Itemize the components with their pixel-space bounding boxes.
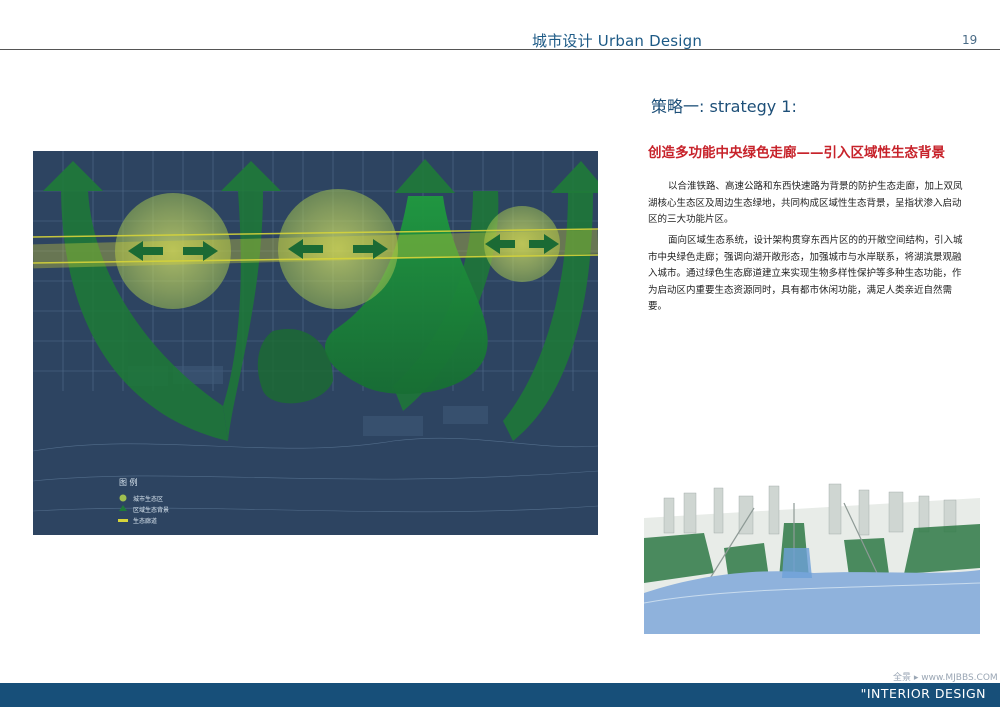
legend-label-regional-background: 区域生态背景	[133, 506, 169, 514]
aerial-rendering	[644, 478, 980, 634]
legend-title: 图 例	[119, 477, 138, 487]
ecological-corridor-map: 图 例 城市生态区 区域生态背景 生态廊道	[33, 151, 598, 535]
legend-swatch-eco-zone	[119, 494, 127, 502]
header-title: 城市设计 Urban Design	[532, 32, 703, 50]
strategy-heading: 策略一: strategy 1:	[651, 97, 797, 116]
legend-swatch-corridor	[118, 519, 128, 522]
page-number: 19	[962, 33, 978, 47]
footer-label: "INTERIOR DESIGN	[860, 686, 986, 701]
legend-label-corridor: 生态廊道	[133, 517, 157, 525]
legend-label-eco-zone: 城市生态区	[133, 495, 163, 503]
watermark: 全景 ▸ www.MJBBS.COM	[893, 673, 998, 683]
paragraph-1: 以合淮铁路、高速公路和东西快速路为背景的防护生态走廊，加上双凤湖核心生态区及周边…	[648, 181, 963, 225]
footer-bar	[0, 683, 1000, 707]
paragraph-2: 面向区域生态系统，设计架构贯穿东西片区的的开敞空间结构，引入城市中央绿色走廊；强…	[648, 235, 963, 312]
strategy-subtitle: 创造多功能中央绿色走廊——引入区域性生态背景	[648, 145, 945, 161]
header-divider	[0, 49, 1000, 50]
